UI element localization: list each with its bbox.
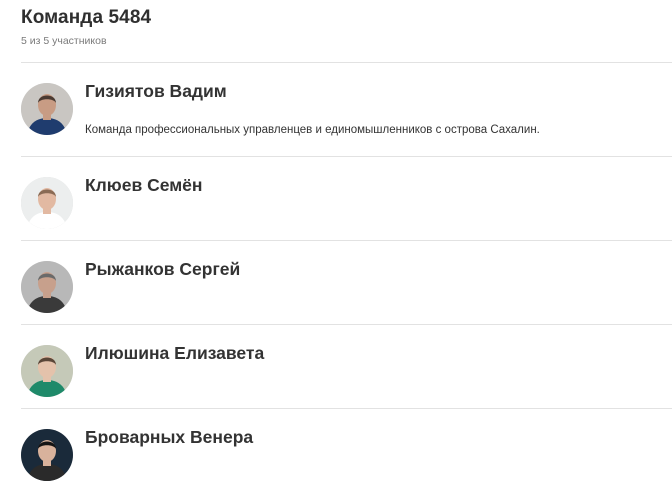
member-name[interactable]: Гизиятов Вадим xyxy=(85,80,227,102)
avatar[interactable] xyxy=(21,429,73,481)
member-name[interactable]: Броварных Венера xyxy=(85,426,253,448)
member-name[interactable]: Рыжанков Сергей xyxy=(85,258,240,280)
avatar[interactable] xyxy=(21,261,73,313)
member-item[interactable]: Броварных Венера xyxy=(21,408,672,492)
user-photo-icon xyxy=(21,261,73,313)
avatar[interactable] xyxy=(21,177,73,229)
member-name[interactable]: Клюев Семён xyxy=(85,174,202,196)
team-header: Команда 5484 5 из 5 участников xyxy=(21,6,661,48)
user-photo-icon xyxy=(21,429,73,481)
member-list: Гизиятов Вадим Команда профессиональных … xyxy=(21,62,672,492)
member-item[interactable]: Илюшина Елизавета xyxy=(21,324,672,408)
member-name[interactable]: Илюшина Елизавета xyxy=(85,342,264,364)
user-photo-icon xyxy=(21,83,73,135)
member-description: Команда профессиональных управленцев и е… xyxy=(85,124,540,136)
user-photo-icon xyxy=(21,345,73,397)
avatar[interactable] xyxy=(21,345,73,397)
member-item[interactable]: Рыжанков Сергей xyxy=(21,240,672,324)
member-item[interactable]: Гизиятов Вадим Команда профессиональных … xyxy=(21,62,672,156)
member-item[interactable]: Клюев Семён xyxy=(21,156,672,240)
avatar[interactable] xyxy=(21,83,73,135)
user-photo-icon xyxy=(21,177,73,229)
team-member-count: 5 из 5 участников xyxy=(21,35,107,47)
team-title: Команда 5484 xyxy=(21,7,152,28)
